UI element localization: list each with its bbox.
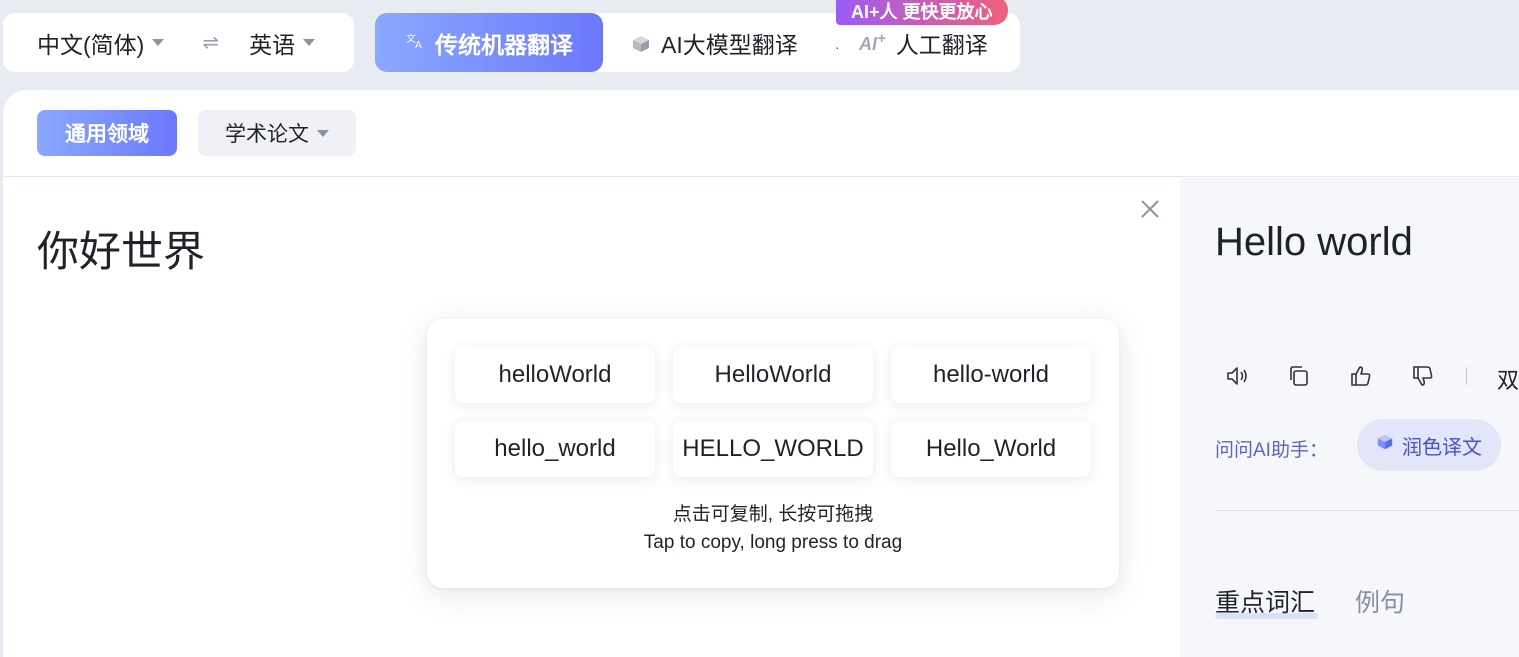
divider xyxy=(1215,510,1519,511)
mode-separator: · xyxy=(835,39,840,55)
tab-traditional-label: 传统机器翻译 xyxy=(435,31,573,58)
tab-key-vocabulary[interactable]: 重点词汇 xyxy=(1215,583,1315,619)
chevron-down-icon xyxy=(303,39,316,46)
bilingual-toggle[interactable]: 双 xyxy=(1497,363,1519,395)
variant-title-snake-case[interactable]: Hello_World xyxy=(891,421,1091,477)
variant-upper-snake-case[interactable]: HELLO_WORLD xyxy=(673,421,873,477)
ai-sparkle-icon: AI+ xyxy=(859,30,886,54)
domain-bar: 通用领域 学术论文 xyxy=(3,90,1519,177)
domain-academic-label: 学术论文 xyxy=(225,123,309,146)
variant-pascal-case[interactable]: HelloWorld xyxy=(673,347,873,403)
result-toolbar: 双 xyxy=(1224,363,1519,393)
svg-text:A: A xyxy=(415,40,422,50)
swap-languages-icon[interactable]: ⇌ xyxy=(202,30,219,55)
chevron-down-icon xyxy=(152,39,165,46)
result-panel: Hello world 双 问问AI助手： 润色译文 重点词汇 例句 xyxy=(1180,178,1519,657)
polish-translation-button[interactable]: 润色译文 xyxy=(1357,419,1501,471)
target-language-dropdown[interactable]: 英语 xyxy=(249,26,316,60)
translation-result: Hello world xyxy=(1215,220,1413,264)
tab-ai-model-translation[interactable]: AI大模型翻译 xyxy=(631,13,798,72)
cube-icon xyxy=(631,33,651,53)
source-text-input[interactable]: 你好世界 xyxy=(37,218,205,279)
promo-badge: AI+人 更快更放心 xyxy=(836,0,1008,25)
target-language-label: 英语 xyxy=(249,31,296,58)
tab-human-label: 人工翻译 xyxy=(895,31,988,58)
translate-icon: 文 A xyxy=(405,30,425,55)
speaker-icon[interactable] xyxy=(1224,363,1250,389)
source-language-dropdown[interactable]: 中文(简体) xyxy=(37,26,165,60)
tab-example-sentences[interactable]: 例句 xyxy=(1355,583,1405,619)
domain-general-button[interactable]: 通用领域 xyxy=(37,110,177,156)
popup-hint-chinese: 点击可复制, 长按可拖拽 xyxy=(672,504,874,525)
language-selector: 中文(简体) ⇌ 英语 xyxy=(3,13,354,72)
ask-ai-label: 问问AI助手： xyxy=(1215,440,1328,461)
tab-ai-model-label: AI大模型翻译 xyxy=(661,31,798,58)
chevron-down-icon xyxy=(317,129,329,137)
variant-camel-case[interactable]: helloWorld xyxy=(455,347,655,403)
copy-icon[interactable] xyxy=(1286,363,1312,389)
domain-academic-dropdown[interactable]: 学术论文 xyxy=(198,110,356,156)
naming-variants-popup: helloWorld HelloWorld hello-world hello_… xyxy=(427,319,1119,588)
variant-snake-case[interactable]: hello_world xyxy=(455,421,655,477)
popup-hint-english: Tap to copy, long press to drag xyxy=(643,532,903,553)
variant-kebab-case[interactable]: hello-world xyxy=(891,347,1091,403)
tab-traditional-translation[interactable]: 文 A 传统机器翻译 xyxy=(375,13,603,72)
close-icon[interactable] xyxy=(1137,196,1163,222)
source-language-label: 中文(简体) xyxy=(37,31,145,58)
toolbar-divider xyxy=(1466,367,1467,385)
cube-icon xyxy=(1376,433,1394,457)
thumbs-up-icon[interactable] xyxy=(1348,363,1374,389)
polish-label: 润色译文 xyxy=(1402,436,1482,459)
thumbs-down-icon[interactable] xyxy=(1410,363,1436,389)
